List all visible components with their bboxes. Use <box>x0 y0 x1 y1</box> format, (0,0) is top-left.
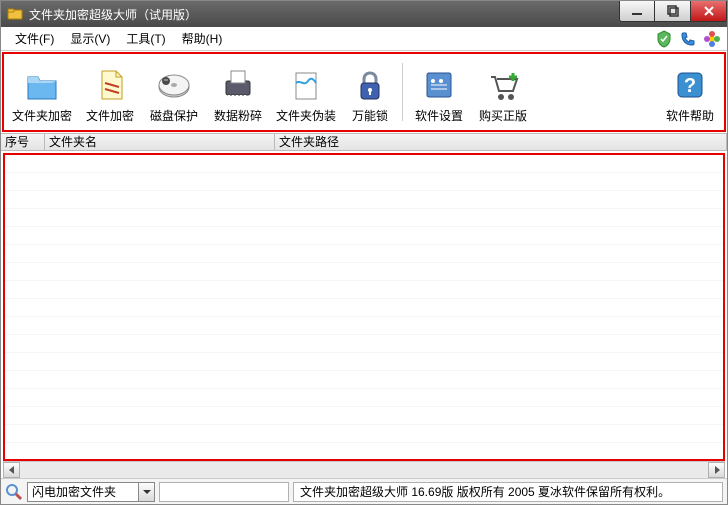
cart-icon <box>483 65 523 105</box>
tb-label: 文件夹加密 <box>12 107 72 124</box>
status-box <box>159 482 289 502</box>
search-icon[interactable] <box>5 483 23 501</box>
disguise-icon <box>286 65 326 105</box>
tb-label: 数据粉碎 <box>214 107 262 124</box>
tb-master-lock[interactable]: 万能锁 <box>342 61 398 128</box>
tb-label: 磁盘保护 <box>150 107 198 124</box>
lock-icon <box>350 65 390 105</box>
app-icon <box>7 6 23 22</box>
hscrollbar[interactable] <box>3 461 725 478</box>
menu-right-icons <box>655 30 721 48</box>
window-title: 文件夹加密超级大师（试用版） <box>29 6 197 23</box>
maximize-button[interactable] <box>655 1 691 22</box>
settings-icon <box>419 65 459 105</box>
disk-icon <box>154 65 194 105</box>
shield-icon[interactable] <box>655 30 673 48</box>
list-rows <box>5 155 723 459</box>
tb-label: 软件设置 <box>415 107 463 124</box>
folder-lock-icon <box>22 65 62 105</box>
tb-settings[interactable]: 软件设置 <box>407 61 471 128</box>
list-area[interactable] <box>3 153 725 461</box>
scroll-right-button[interactable] <box>708 462 725 478</box>
tb-label: 软件帮助 <box>666 107 714 124</box>
status-text: 文件夹加密超级大师 16.69版 版权所有 2005 夏冰软件保留所有权利。 <box>293 482 723 502</box>
tb-disk-protect[interactable]: 磁盘保护 <box>142 61 206 128</box>
tb-data-shred[interactable]: 数据粉碎 <box>206 61 270 128</box>
help-icon: ? <box>670 65 710 105</box>
tb-label: 万能锁 <box>352 107 388 124</box>
col-seq[interactable]: 序号 <box>1 134 45 150</box>
window-controls <box>619 1 727 22</box>
tb-label: 文件加密 <box>86 107 134 124</box>
chevron-down-icon[interactable] <box>138 483 154 501</box>
col-path[interactable]: 文件夹路径 <box>275 134 727 150</box>
toolbar-container: 文件夹加密 文件加密 磁盘保护 数据粉碎 文件夹伪装 万能锁 软件设置 <box>2 52 726 132</box>
toolbar: 文件夹加密 文件加密 磁盘保护 数据粉碎 文件夹伪装 万能锁 软件设置 <box>6 56 722 128</box>
svg-text:?: ? <box>684 75 696 97</box>
tb-label: 文件夹伪装 <box>276 107 336 124</box>
tb-folder-encrypt[interactable]: 文件夹加密 <box>6 61 78 128</box>
phone-icon[interactable] <box>679 30 697 48</box>
encrypt-type-combo[interactable] <box>27 482 155 502</box>
menu-view[interactable]: 显示(V) <box>62 27 118 50</box>
file-lock-icon <box>90 65 130 105</box>
status-bar: 文件夹加密超级大师 16.69版 版权所有 2005 夏冰软件保留所有权利。 <box>1 478 727 504</box>
flower-icon[interactable] <box>703 30 721 48</box>
menu-file[interactable]: 文件(F) <box>7 27 62 50</box>
menu-bar: 文件(F) 显示(V) 工具(T) 帮助(H) <box>1 27 727 51</box>
tb-help[interactable]: ? 软件帮助 <box>658 61 722 128</box>
shredder-icon <box>218 65 258 105</box>
encrypt-type-input[interactable] <box>28 483 138 501</box>
list-header: 序号 文件夹名 文件夹路径 <box>1 133 727 151</box>
col-name[interactable]: 文件夹名 <box>45 134 275 150</box>
minimize-button[interactable] <box>619 1 655 22</box>
tb-folder-disguise[interactable]: 文件夹伪装 <box>270 61 342 128</box>
tb-label: 购买正版 <box>479 107 527 124</box>
scroll-track[interactable] <box>20 462 708 478</box>
scroll-left-button[interactable] <box>3 462 20 478</box>
toolbar-separator <box>402 63 403 121</box>
menu-tools[interactable]: 工具(T) <box>118 27 173 50</box>
menu-help[interactable]: 帮助(H) <box>174 27 231 50</box>
tb-file-encrypt[interactable]: 文件加密 <box>78 61 142 128</box>
title-bar: 文件夹加密超级大师（试用版） <box>1 1 727 27</box>
tb-buy[interactable]: 购买正版 <box>471 61 535 128</box>
close-button[interactable] <box>691 1 727 22</box>
